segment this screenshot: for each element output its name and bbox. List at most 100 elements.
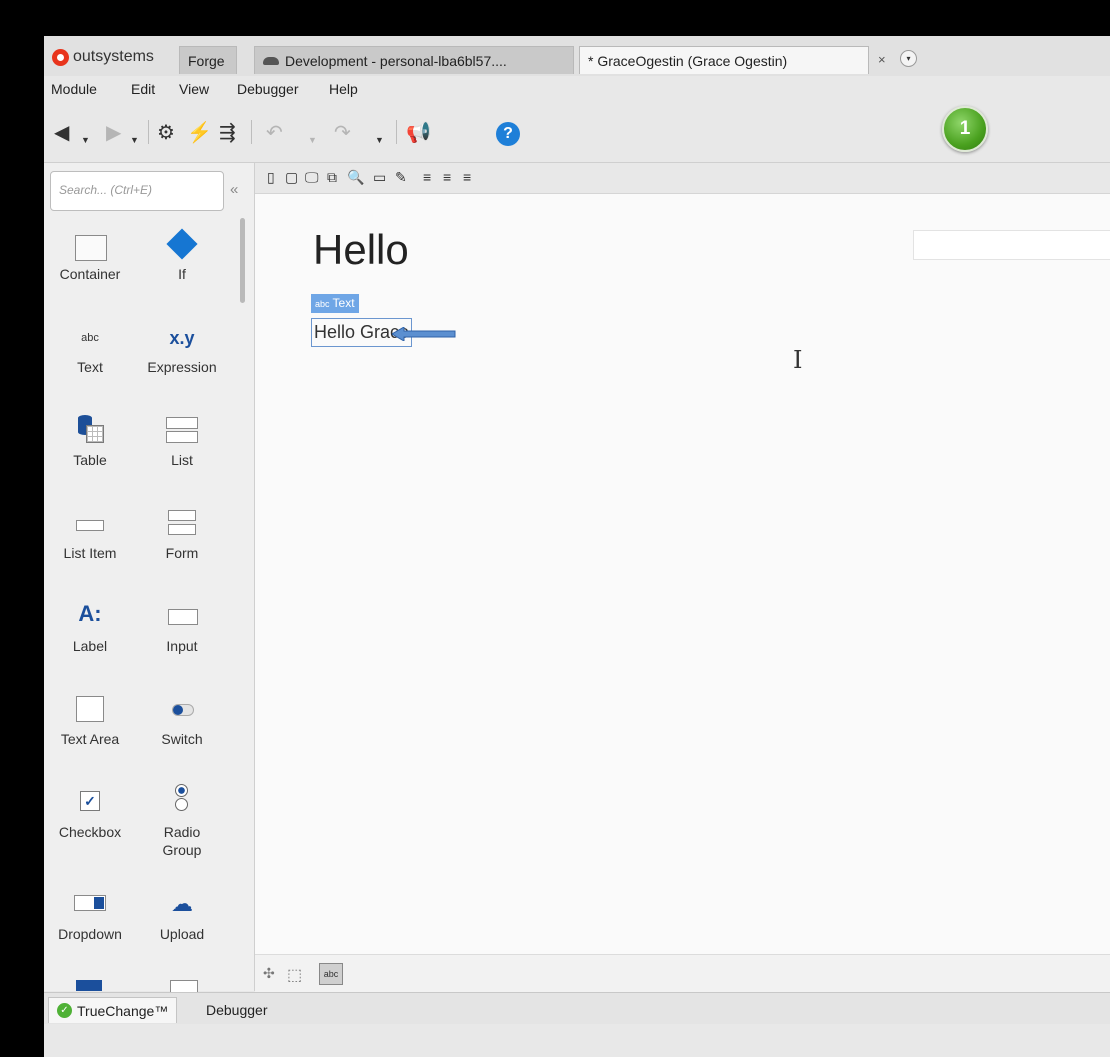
block-icon[interactable]: ✣ (263, 965, 275, 982)
menu-module[interactable]: Module (51, 81, 97, 97)
collapse-panel-icon[interactable]: « (230, 181, 238, 198)
back-icon[interactable]: ◀ (54, 122, 69, 144)
switch-icon (172, 704, 194, 716)
layout-icon[interactable]: ⧉ (327, 169, 337, 186)
widget-label: Dropdown (58, 926, 122, 942)
widget-label: Checkbox (58, 824, 122, 840)
phone-preview-icon[interactable]: ▯ (267, 169, 275, 186)
tab-truechange[interactable]: ✓ TrueChange™ (48, 997, 178, 1023)
widget-upload[interactable]: ☁ Upload (136, 885, 228, 943)
forward-icon[interactable]: ▶ (106, 122, 121, 144)
widget-partial-icon (76, 980, 102, 991)
redo-icon[interactable]: ↷ (334, 122, 351, 144)
back-dropdown-icon[interactable]: ▼ (81, 129, 90, 151)
status-bar (44, 1024, 1110, 1057)
widget-input[interactable]: Input (136, 597, 228, 655)
text-area-icon (76, 696, 104, 722)
cloud-icon (263, 56, 279, 65)
gear-icon[interactable]: ⚙ (157, 122, 175, 144)
text-tag-label: Text (332, 296, 355, 310)
main-toolbar: ◀ ▼ ▶ ▼ ⚙ ⚡ ⇶ ↶ ▼ ↷ ▼ 📢 ? 1 (44, 102, 1110, 163)
tab-forge[interactable]: Forge (179, 46, 237, 74)
widget-label: If (178, 266, 186, 282)
expression-icon: x.y (169, 328, 195, 348)
list-icon (166, 417, 198, 443)
widget-list[interactable]: List (136, 411, 228, 469)
forward-dropdown-icon[interactable]: ▼ (130, 129, 139, 151)
zoom-icon[interactable]: 🔍 (347, 169, 364, 186)
widget-label: Container (59, 266, 121, 282)
widget-label: Upload (159, 926, 205, 942)
widget-label-item[interactable]: A: Label (44, 597, 136, 655)
brand-name: outsystems (73, 48, 154, 65)
widget-checkbox[interactable]: ✓ Checkbox (44, 783, 136, 841)
radio-group-icon (174, 783, 188, 812)
align-center-icon[interactable]: ≡ (443, 169, 451, 185)
widget-dropdown[interactable]: Dropdown (44, 885, 136, 943)
widget-label: Text Area (60, 731, 120, 747)
text-abc-icon: abc (81, 332, 99, 344)
tab-development[interactable]: Development - personal-lba6bl57.... (254, 46, 574, 74)
input-icon (168, 609, 198, 625)
tab-debugger[interactable]: Debugger (198, 997, 276, 1023)
widget-table[interactable]: Table (44, 411, 136, 469)
widget-container[interactable]: Container (44, 225, 136, 283)
widget-label: Table (73, 452, 107, 468)
widget-expression[interactable]: x.y Expression (136, 318, 228, 376)
toolbar-separator (396, 120, 397, 144)
container-outline-icon[interactable]: ⬚ (287, 965, 302, 985)
redo-dropdown-icon[interactable]: ▼ (375, 129, 384, 151)
text-widget-breadcrumb[interactable]: abc (319, 963, 343, 985)
tab-list-dropdown-icon[interactable]: ▾ (900, 50, 917, 67)
text-cursor-icon: I (793, 346, 803, 374)
widget-form[interactable]: Form (136, 504, 228, 562)
widget-label: Expression (147, 359, 217, 375)
header-placeholder[interactable] (913, 230, 1110, 260)
css-icon[interactable]: ▭ (373, 169, 386, 186)
text-tag-icon: abc (315, 299, 330, 309)
selected-widget-tag: abc Text (311, 294, 359, 313)
widget-radio-group[interactable]: Radio Group (136, 783, 228, 859)
widget-text[interactable]: abc Text (44, 318, 136, 376)
widget-label: Label (72, 638, 108, 654)
app-window: outsystems Forge Development - personal-… (44, 36, 1110, 1057)
widget-tree-bar: ✣ ⬚ abc (255, 954, 1110, 993)
widget-if[interactable]: If (136, 225, 228, 283)
megaphone-icon[interactable]: 📢 (406, 122, 431, 144)
desktop-preview-icon[interactable]: 🖵 (305, 169, 319, 186)
menu-edit[interactable]: Edit (131, 81, 155, 97)
menu-help[interactable]: Help (329, 81, 358, 97)
menu-debugger[interactable]: Debugger (237, 81, 299, 97)
publish-notification-badge[interactable]: 1 (942, 106, 988, 152)
align-left-icon[interactable]: ≡ (423, 169, 431, 185)
search-input[interactable] (57, 182, 221, 198)
menu-view[interactable]: View (179, 81, 209, 97)
search-box[interactable] (50, 171, 224, 211)
tab-development-label: Development - personal-lba6bl57.... (285, 52, 507, 69)
screen-canvas[interactable]: Hello abc Text Hello Grace I (255, 194, 1110, 954)
tab-truechange-label: TrueChange™ (77, 1002, 169, 1019)
widget-text-area[interactable]: Text Area (44, 690, 136, 748)
page-title[interactable]: Hello (313, 226, 409, 274)
if-diamond-icon (166, 228, 198, 260)
widget-list-item[interactable]: List Item (44, 504, 136, 562)
canvas-toolbar: ▯ ▢ 🖵 ⧉ 🔍 ▭ ✎ ≡ ≡ ≡ (255, 163, 1110, 194)
tablet-preview-icon[interactable]: ▢ (285, 169, 298, 186)
cloud-upload-icon: ☁ (171, 891, 193, 916)
align-right-icon[interactable]: ≡ (463, 169, 471, 185)
merge-icon[interactable]: ⇶ (219, 122, 236, 144)
container-icon (75, 235, 107, 261)
tab-module-active[interactable]: * GraceOgestin (Grace Ogestin) (579, 46, 869, 74)
close-tab-icon[interactable]: × (878, 52, 886, 67)
widget-label: Switch (161, 731, 203, 747)
form-icon (168, 510, 196, 536)
widget-switch[interactable]: Switch (136, 690, 228, 748)
undo-dropdown-icon[interactable]: ▼ (308, 129, 317, 151)
theme-icon[interactable]: ✎ (395, 169, 407, 186)
undo-icon[interactable]: ↶ (266, 122, 283, 144)
plug-icon[interactable]: ⚡ (187, 122, 212, 144)
toolbox-scrollbar[interactable] (240, 218, 245, 303)
help-icon[interactable]: ? (496, 122, 520, 146)
widget-label: Input (166, 638, 198, 654)
tab-debugger-label: Debugger (206, 1002, 268, 1018)
